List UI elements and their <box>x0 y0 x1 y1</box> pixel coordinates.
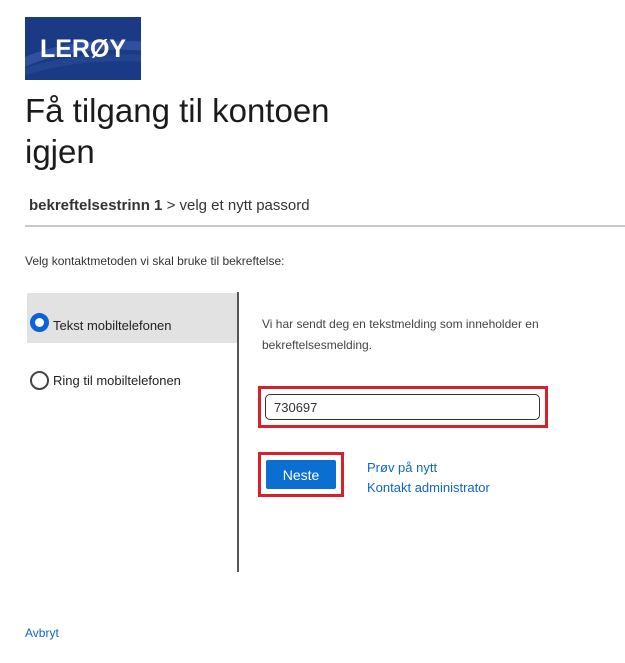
header-divider <box>25 225 625 227</box>
verification-code-input[interactable] <box>265 394 540 420</box>
radio-selected-icon[interactable] <box>30 313 49 332</box>
code-input-highlight <box>258 386 548 428</box>
radio-unselected-icon[interactable] <box>30 371 49 390</box>
page-title: Få tilgang til kontoen igjen <box>25 92 330 170</box>
cancel-link[interactable]: Avbryt <box>25 626 59 640</box>
verification-message: Vi har sendt deg en tekstmelding som inn… <box>262 317 539 352</box>
breadcrumb-separator: > <box>166 197 176 214</box>
instruction-text: Velg kontaktmetoden vi skal bruke til be… <box>25 254 285 268</box>
contact-admin-link[interactable]: Kontakt administrator <box>367 478 490 498</box>
contact-method-list: Tekst mobiltelefonen Ring til mobiltelef… <box>27 293 237 393</box>
vertical-divider <box>237 292 239 572</box>
contact-method-call[interactable]: Ring til mobiltelefonen <box>27 343 237 393</box>
logo-text: LERØY <box>40 35 126 63</box>
breadcrumb-next-step: velg et nytt passord <box>179 197 310 214</box>
logo-graphic: LERØY <box>25 17 141 80</box>
breadcrumb: bekreftelsestrinn 1 > velg et nytt passo… <box>29 197 310 214</box>
next-button-highlight: Neste <box>258 452 344 497</box>
breadcrumb-current-step: bekreftelsestrinn 1 <box>29 197 163 214</box>
next-button[interactable]: Neste <box>266 460 336 489</box>
contact-method-label: Ring til mobiltelefonen <box>53 373 181 388</box>
leroy-logo: LERØY <box>25 17 141 80</box>
secondary-links: Prøv på nytt Kontakt administrator <box>367 458 490 498</box>
retry-link[interactable]: Prøv på nytt <box>367 458 490 478</box>
contact-method-text[interactable]: Tekst mobiltelefonen <box>27 293 237 343</box>
contact-method-label: Tekst mobiltelefonen <box>53 318 172 333</box>
